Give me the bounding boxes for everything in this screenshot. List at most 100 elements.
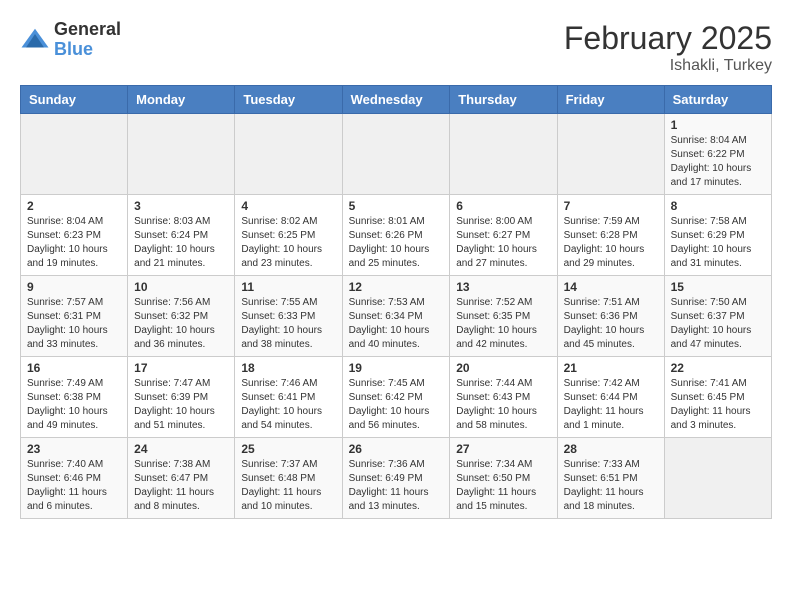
- day-header-friday: Friday: [557, 86, 664, 114]
- day-info: Sunrise: 7:50 AM Sunset: 6:37 PM Dayligh…: [671, 296, 765, 352]
- day-number: 11: [241, 280, 335, 294]
- day-number: 15: [671, 280, 765, 294]
- day-number: 3: [134, 199, 228, 213]
- day-info: Sunrise: 7:52 AM Sunset: 6:35 PM Dayligh…: [456, 296, 550, 352]
- calendar-cell: 19 Sunrise: 7:45 AM Sunset: 6:42 PM Dayli…: [342, 357, 450, 438]
- calendar-cell: 18 Sunrise: 7:46 AM Sunset: 6:41 PM Dayli…: [235, 357, 342, 438]
- day-header-saturday: Saturday: [664, 86, 771, 114]
- day-info: Sunrise: 7:56 AM Sunset: 6:32 PM Dayligh…: [134, 296, 228, 352]
- day-number: 12: [349, 280, 444, 294]
- day-header-thursday: Thursday: [450, 86, 557, 114]
- calendar-cell: 21 Sunrise: 7:42 AM Sunset: 6:44 PM Dayli…: [557, 357, 664, 438]
- day-info: Sunrise: 8:01 AM Sunset: 6:26 PM Dayligh…: [349, 215, 444, 271]
- day-number: 4: [241, 199, 335, 213]
- day-number: 21: [564, 361, 658, 375]
- calendar-cell: 20Sunrise: 7:44 AM Sunset: 6:43 PM Dayli…: [450, 357, 557, 438]
- day-info: Sunrise: 7:49 AM Sunset: 6:38 PM Dayligh…: [27, 377, 121, 433]
- calendar-cell: 25 Sunrise: 7:37 AM Sunset: 6:48 PM Dayli…: [235, 438, 342, 519]
- day-info: Sunrise: 7:45 AM Sunset: 6:42 PM Dayligh…: [349, 377, 444, 433]
- day-info: Sunrise: 8:04 AM Sunset: 6:23 PM Dayligh…: [27, 215, 121, 271]
- logo: General Blue: [20, 20, 121, 60]
- title-block: February 2025 Ishakli, Turkey: [564, 20, 772, 75]
- day-info: Sunrise: 7:46 AM Sunset: 6:41 PM Dayligh…: [241, 377, 335, 433]
- day-number: 13: [456, 280, 550, 294]
- calendar-cell: 12 Sunrise: 7:53 AM Sunset: 6:34 PM Dayli…: [342, 276, 450, 357]
- calendar-cell: 8 Sunrise: 7:58 AM Sunset: 6:29 PM Daylig…: [664, 195, 771, 276]
- calendar-cell: 27Sunrise: 7:34 AM Sunset: 6:50 PM Dayli…: [450, 438, 557, 519]
- day-number: 28: [564, 442, 658, 456]
- calendar-cell: 16 Sunrise: 7:49 AM Sunset: 6:38 PM Dayli…: [21, 357, 128, 438]
- day-number: 20: [456, 361, 550, 375]
- day-header-tuesday: Tuesday: [235, 86, 342, 114]
- day-info: Sunrise: 7:42 AM Sunset: 6:44 PM Dayligh…: [564, 377, 658, 433]
- calendar-cell: 14 Sunrise: 7:51 AM Sunset: 6:36 PM Dayli…: [557, 276, 664, 357]
- calendar-cell: [128, 114, 235, 195]
- day-number: 14: [564, 280, 658, 294]
- day-number: 26: [349, 442, 444, 456]
- day-number: 2: [27, 199, 121, 213]
- day-number: 22: [671, 361, 765, 375]
- day-number: 10: [134, 280, 228, 294]
- day-info: Sunrise: 7:59 AM Sunset: 6:28 PM Dayligh…: [564, 215, 658, 271]
- day-number: 16: [27, 361, 121, 375]
- calendar-week-row: 1 Sunrise: 8:04 AM Sunset: 6:22 PM Daylig…: [21, 114, 772, 195]
- day-info: Sunrise: 7:47 AM Sunset: 6:39 PM Dayligh…: [134, 377, 228, 433]
- logo-general-text: General: [54, 19, 121, 39]
- day-number: 24: [134, 442, 228, 456]
- day-info: Sunrise: 7:51 AM Sunset: 6:36 PM Dayligh…: [564, 296, 658, 352]
- day-info: Sunrise: 7:58 AM Sunset: 6:29 PM Dayligh…: [671, 215, 765, 271]
- calendar-cell: 17 Sunrise: 7:47 AM Sunset: 6:39 PM Dayli…: [128, 357, 235, 438]
- day-header-wednesday: Wednesday: [342, 86, 450, 114]
- day-number: 19: [349, 361, 444, 375]
- day-number: 27: [456, 442, 550, 456]
- calendar-cell: [21, 114, 128, 195]
- logo-blue-text: Blue: [54, 39, 93, 59]
- calendar-cell: 9 Sunrise: 7:57 AM Sunset: 6:31 PM Daylig…: [21, 276, 128, 357]
- calendar-week-row: 23Sunrise: 7:40 AM Sunset: 6:46 PM Dayli…: [21, 438, 772, 519]
- calendar-cell: 2 Sunrise: 8:04 AM Sunset: 6:23 PM Daylig…: [21, 195, 128, 276]
- calendar-cell: 10 Sunrise: 7:56 AM Sunset: 6:32 PM Dayli…: [128, 276, 235, 357]
- logo-text: General Blue: [54, 20, 121, 60]
- calendar-cell: 28 Sunrise: 7:33 AM Sunset: 6:51 PM Dayli…: [557, 438, 664, 519]
- calendar-cell: [235, 114, 342, 195]
- day-info: Sunrise: 7:57 AM Sunset: 6:31 PM Dayligh…: [27, 296, 121, 352]
- day-number: 9: [27, 280, 121, 294]
- month-title: February 2025: [564, 20, 772, 57]
- calendar-cell: 13 Sunrise: 7:52 AM Sunset: 6:35 PM Dayli…: [450, 276, 557, 357]
- day-info: Sunrise: 7:38 AM Sunset: 6:47 PM Dayligh…: [134, 458, 228, 514]
- calendar-header-row: SundayMondayTuesdayWednesdayThursdayFrid…: [21, 86, 772, 114]
- day-info: Sunrise: 8:04 AM Sunset: 6:22 PM Dayligh…: [671, 134, 765, 190]
- day-info: Sunrise: 7:33 AM Sunset: 6:51 PM Dayligh…: [564, 458, 658, 514]
- day-number: 8: [671, 199, 765, 213]
- calendar-cell: [557, 114, 664, 195]
- calendar-table: SundayMondayTuesdayWednesdayThursdayFrid…: [20, 85, 772, 519]
- calendar-week-row: 9 Sunrise: 7:57 AM Sunset: 6:31 PM Daylig…: [21, 276, 772, 357]
- day-number: 1: [671, 118, 765, 132]
- location-title: Ishakli, Turkey: [564, 57, 772, 75]
- calendar-cell: [342, 114, 450, 195]
- day-info: Sunrise: 7:37 AM Sunset: 6:48 PM Dayligh…: [241, 458, 335, 514]
- page-header: General Blue February 2025 Ishakli, Turk…: [20, 20, 772, 75]
- day-number: 17: [134, 361, 228, 375]
- day-number: 5: [349, 199, 444, 213]
- calendar-cell: 22Sunrise: 7:41 AM Sunset: 6:45 PM Dayli…: [664, 357, 771, 438]
- calendar-cell: 5 Sunrise: 8:01 AM Sunset: 6:26 PM Daylig…: [342, 195, 450, 276]
- calendar-cell: [450, 114, 557, 195]
- day-info: Sunrise: 7:53 AM Sunset: 6:34 PM Dayligh…: [349, 296, 444, 352]
- day-number: 18: [241, 361, 335, 375]
- calendar-cell: 23Sunrise: 7:40 AM Sunset: 6:46 PM Dayli…: [21, 438, 128, 519]
- day-info: Sunrise: 7:55 AM Sunset: 6:33 PM Dayligh…: [241, 296, 335, 352]
- day-number: 25: [241, 442, 335, 456]
- logo-icon: [20, 25, 50, 55]
- day-info: Sunrise: 7:36 AM Sunset: 6:49 PM Dayligh…: [349, 458, 444, 514]
- calendar-cell: 24 Sunrise: 7:38 AM Sunset: 6:47 PM Dayli…: [128, 438, 235, 519]
- day-info: Sunrise: 8:00 AM Sunset: 6:27 PM Dayligh…: [456, 215, 550, 271]
- day-header-monday: Monday: [128, 86, 235, 114]
- calendar-cell: 3 Sunrise: 8:03 AM Sunset: 6:24 PM Daylig…: [128, 195, 235, 276]
- calendar-cell: 6 Sunrise: 8:00 AM Sunset: 6:27 PM Daylig…: [450, 195, 557, 276]
- day-number: 6: [456, 199, 550, 213]
- calendar-cell: 4Sunrise: 8:02 AM Sunset: 6:25 PM Daylig…: [235, 195, 342, 276]
- day-info: Sunrise: 8:03 AM Sunset: 6:24 PM Dayligh…: [134, 215, 228, 271]
- day-number: 23: [27, 442, 121, 456]
- calendar-cell: 15 Sunrise: 7:50 AM Sunset: 6:37 PM Dayli…: [664, 276, 771, 357]
